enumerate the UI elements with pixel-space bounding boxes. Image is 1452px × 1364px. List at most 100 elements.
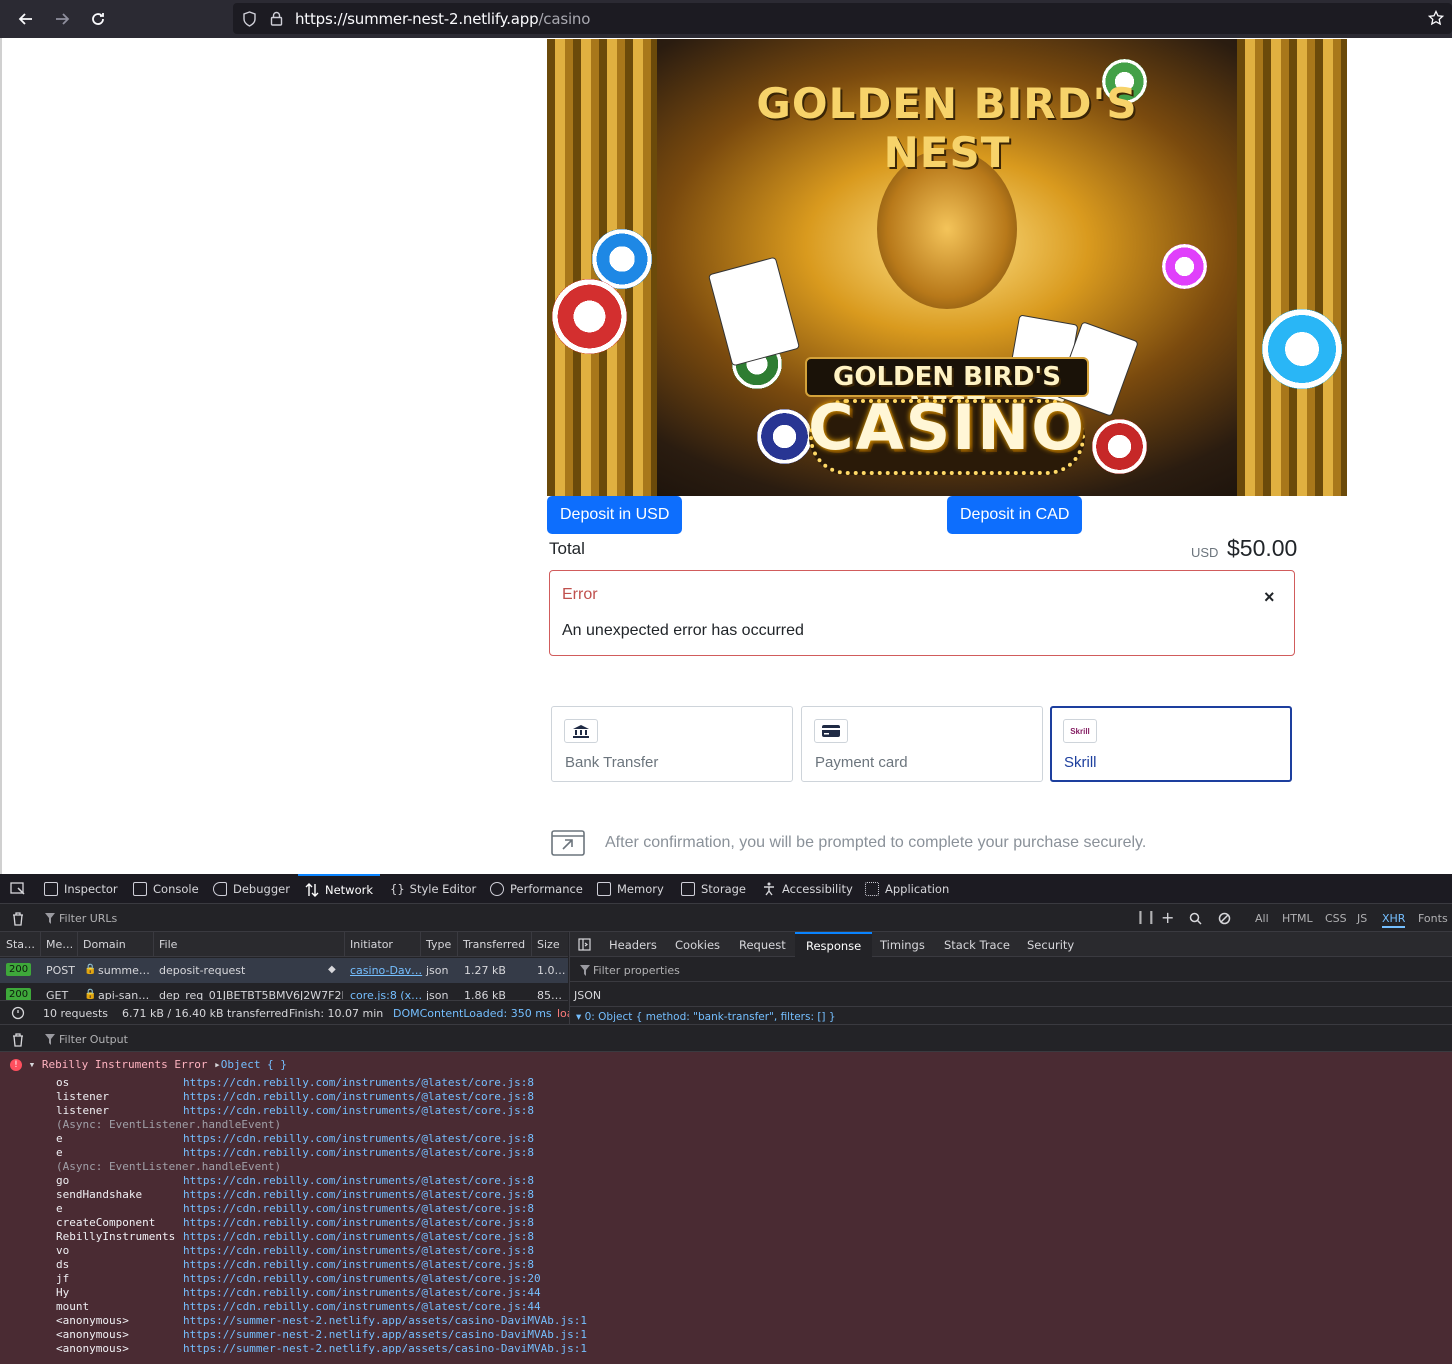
page-content: GOLDEN BIRD'S NEST GOLDEN BIRD'S NEST CA… <box>0 38 1452 874</box>
tab-response[interactable]: Response <box>795 932 873 957</box>
stack-frame: createComponent https://cdn.rebilly.com/i… <box>56 1216 534 1229</box>
tab-style-editor[interactable]: {} Style Editor <box>390 874 476 904</box>
stack-location-link[interactable]: https://cdn.rebilly.com/instruments/@lat… <box>183 1188 534 1201</box>
stack-location-link[interactable]: https://cdn.rebilly.com/instruments/@lat… <box>183 1286 541 1299</box>
stack-location-link[interactable]: https://summer-nest-2.netlify.app/assets… <box>183 1314 587 1327</box>
filter-css[interactable]: CSS <box>1325 912 1347 925</box>
status-badge: 200 <box>6 963 32 976</box>
stack-location-link[interactable]: https://summer-nest-2.netlify.app/assets… <box>183 1342 587 1355</box>
col-method[interactable]: Me… <box>46 938 73 951</box>
url-bar[interactable]: https://summer-nest-2.netlify.app/casino <box>233 3 1452 34</box>
request-initiator-link[interactable]: core.js:8 (x… <box>350 989 422 1000</box>
tab-accessibility[interactable]: Accessibility <box>762 874 853 904</box>
pause-icon[interactable]: ❙❙ <box>1135 910 1157 925</box>
stack-location-link[interactable]: https://cdn.rebilly.com/instruments/@lat… <box>183 1090 534 1103</box>
stack-location-link[interactable]: https://cdn.rebilly.com/instruments/@lat… <box>183 1230 534 1243</box>
stack-location-link[interactable]: https://cdn.rebilly.com/instruments/@lat… <box>183 1146 534 1159</box>
col-domain[interactable]: Domain <box>83 938 126 951</box>
shield-icon[interactable] <box>242 11 257 27</box>
stack-function: ds <box>56 1258 70 1271</box>
stack-function: listener <box>56 1104 109 1117</box>
collapsed-arrow-icon[interactable]: ▸ <box>214 1058 221 1071</box>
tab-console[interactable]: Console <box>133 874 199 904</box>
tab-memory[interactable]: Memory <box>597 874 664 904</box>
request-row[interactable]: 200 GET 🔒 api-san… dep_req_01JBETBT5BMV6… <box>0 983 568 1000</box>
network-toolbar: Filter URLs ❙❙ + All HTML CSS JS XHR Fon… <box>0 904 1452 932</box>
request-size: 1.0… <box>537 964 566 977</box>
tab-security[interactable]: Security <box>1027 932 1074 957</box>
stack-location-link[interactable]: https://summer-nest-2.netlify.app/assets… <box>183 1328 587 1341</box>
expand-arrow-icon[interactable]: ▾ <box>29 1058 36 1071</box>
back-icon[interactable] <box>13 6 39 32</box>
tab-headers[interactable]: Headers <box>609 932 657 957</box>
stack-location-link[interactable]: https://cdn.rebilly.com/instruments/@lat… <box>183 1174 534 1187</box>
stack-location-link[interactable]: https://cdn.rebilly.com/instruments/@lat… <box>183 1202 534 1215</box>
payment-method-bank-transfer[interactable]: Bank Transfer <box>551 706 793 782</box>
tab-timings[interactable]: Timings <box>880 932 925 957</box>
stack-location-link[interactable]: https://cdn.rebilly.com/instruments/@lat… <box>183 1258 534 1271</box>
filter-output-input[interactable]: Filter Output <box>59 1033 128 1046</box>
filter-urls-input[interactable]: Filter URLs <box>59 912 117 925</box>
error-object[interactable]: Object { } <box>221 1058 287 1071</box>
bookmark-star-icon[interactable] <box>1428 10 1444 26</box>
filter-properties-input[interactable]: Filter properties <box>593 964 680 977</box>
tab-cookies[interactable]: Cookies <box>675 932 720 957</box>
tab-network[interactable]: Network <box>298 874 381 904</box>
block-icon[interactable] <box>1218 912 1231 925</box>
col-type[interactable]: Type <box>426 938 451 951</box>
filter-all[interactable]: All <box>1255 912 1269 925</box>
payment-method-skrill[interactable]: Skrill Skrill <box>1050 706 1292 782</box>
col-file[interactable]: File <box>159 938 177 951</box>
filter-xhr[interactable]: XHR <box>1382 912 1406 928</box>
stack-location-link[interactable]: https://cdn.rebilly.com/instruments/@lat… <box>183 1300 541 1313</box>
filter-fonts[interactable]: Fonts <box>1418 912 1448 925</box>
request-row[interactable]: 200 POST 🔒 summe… deposit-request ◆ casi… <box>0 958 568 983</box>
skrill-logo-text: Skrill <box>1070 726 1090 736</box>
deposit-usd-button[interactable]: Deposit in USD <box>547 496 683 534</box>
search-icon[interactable] <box>1189 912 1202 925</box>
col-status[interactable]: Sta… <box>6 938 35 951</box>
tab-storage[interactable]: Storage <box>681 874 746 904</box>
tab-stack-trace[interactable]: Stack Trace <box>944 932 1010 957</box>
chip-icon <box>597 882 611 896</box>
element-picker-icon[interactable] <box>10 882 26 896</box>
col-transferred[interactable]: Transferred <box>463 938 525 951</box>
tab-inspector[interactable]: Inspector <box>44 874 118 904</box>
stack-location-link[interactable]: https://cdn.rebilly.com/instruments/@lat… <box>183 1132 534 1145</box>
stack-function: (Async: EventListener.handleEvent) <box>56 1118 282 1131</box>
payment-method-label: Payment card <box>815 754 908 771</box>
trash-icon[interactable] <box>11 1032 25 1047</box>
reload-icon[interactable] <box>85 6 111 32</box>
tab-debugger[interactable]: Debugger <box>213 874 290 904</box>
stack-frame: e https://cdn.rebilly.com/instruments/@la… <box>56 1146 534 1159</box>
col-initiator[interactable]: Initiator <box>350 938 393 951</box>
console-error-message[interactable]: ! ▾ Rebilly Instruments Error ▸Object { … <box>10 1058 287 1071</box>
close-icon[interactable]: × <box>1264 587 1275 608</box>
col-size[interactable]: Size <box>537 938 560 951</box>
tab-performance[interactable]: Performance <box>490 874 583 904</box>
tab-request[interactable]: Request <box>739 932 786 957</box>
filter-icon <box>580 965 590 976</box>
payment-method-payment-card[interactable]: Payment card <box>801 706 1043 782</box>
request-file: dep_req_01JBETBT5BMV6J2W7F2DT <box>159 989 343 1000</box>
add-icon[interactable]: + <box>1161 908 1174 927</box>
forward-icon[interactable] <box>49 6 75 32</box>
trash-icon[interactable] <box>11 911 25 926</box>
stack-location-link[interactable]: https://cdn.rebilly.com/instruments/@lat… <box>183 1272 541 1285</box>
deposit-cad-button[interactable]: Deposit in CAD <box>947 496 1083 534</box>
async-boundary: (Async: EventListener.handleEvent) <box>56 1160 281 1173</box>
payment-method-label: Skrill <box>1064 754 1097 771</box>
json-expand-row[interactable]: ▾ 0: Object { method: "bank-transfer", f… <box>576 1011 836 1023</box>
toggle-sidebar-icon[interactable] <box>578 938 591 951</box>
request-initiator-link[interactable]: casino-Dav… <box>350 964 422 977</box>
stack-location-link[interactable]: https://cdn.rebilly.com/instruments/@lat… <box>183 1104 534 1117</box>
stack-location-link[interactable]: https://cdn.rebilly.com/instruments/@lat… <box>183 1244 534 1257</box>
request-transferred: 1.86 kB <box>464 989 506 1000</box>
lock-icon[interactable] <box>270 11 283 26</box>
stack-location-link[interactable]: https://cdn.rebilly.com/instruments/@lat… <box>183 1216 534 1229</box>
filter-html[interactable]: HTML <box>1282 912 1313 925</box>
filter-js[interactable]: JS <box>1357 912 1367 925</box>
tab-application[interactable]: Application <box>865 874 949 904</box>
tab-label: Performance <box>510 882 583 896</box>
stack-location-link[interactable]: https://cdn.rebilly.com/instruments/@lat… <box>183 1076 534 1089</box>
